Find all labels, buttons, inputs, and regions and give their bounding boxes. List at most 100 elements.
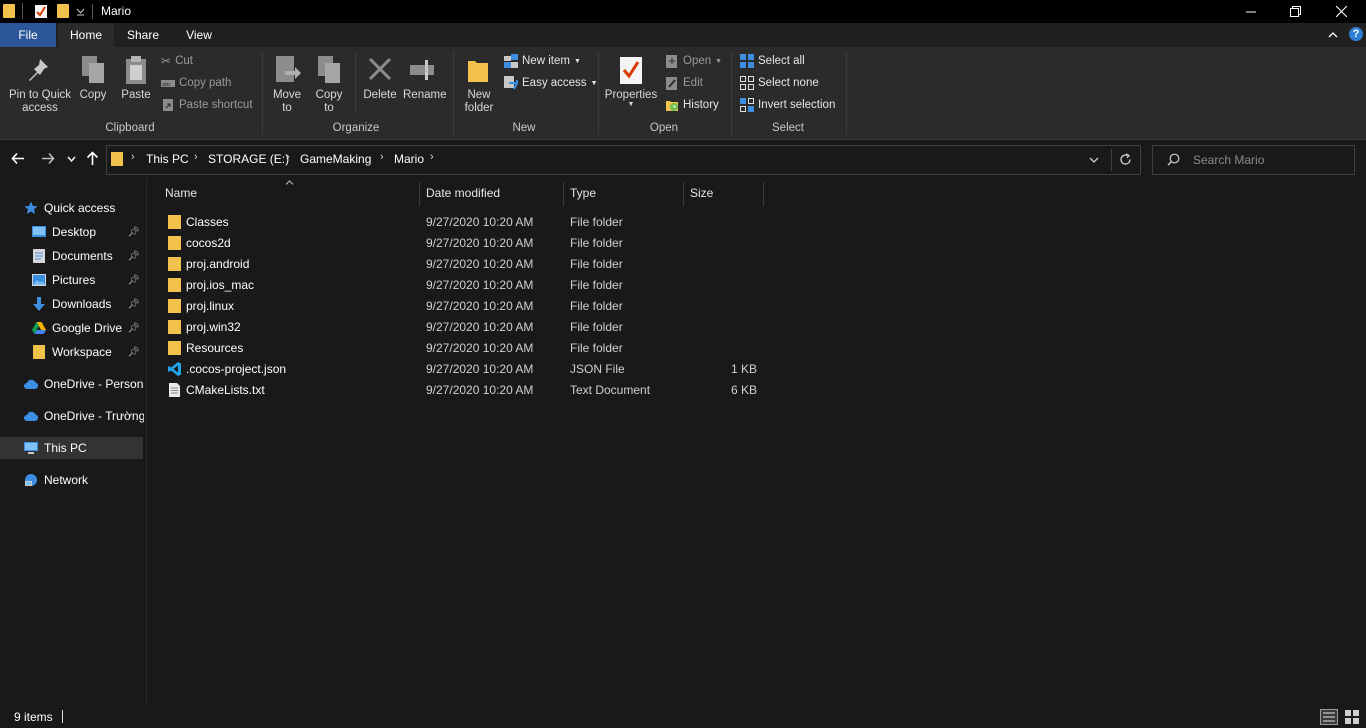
cut-button[interactable]: ✂ Cut	[161, 54, 193, 68]
tab-home[interactable]: Home	[58, 23, 114, 47]
select-none-icon	[740, 76, 754, 90]
divider	[92, 4, 93, 19]
nav-item-workspace[interactable]: Workspace 📌︎	[32, 341, 144, 363]
nav-item-downloads[interactable]: Downloads 📌︎	[32, 293, 144, 315]
breadcrumb-gamemaking[interactable]: GameMaking	[300, 152, 371, 166]
copy-button[interactable]: Copy	[76, 51, 110, 117]
new-item-button[interactable]: New item ▼	[504, 54, 581, 68]
forward-icon[interactable]	[41, 152, 55, 165]
status-bar: 9 items	[0, 705, 1366, 728]
collapse-ribbon-icon[interactable]	[1328, 31, 1338, 38]
address-bar[interactable]: › This PC › STORAGE (E:) › GameMaking › …	[106, 145, 1141, 175]
dropdown-arrow-icon: ▼	[627, 101, 635, 108]
file-name[interactable]: .cocos-project.json	[186, 362, 286, 376]
nav-item-google-drive[interactable]: Google Drive 📌︎	[32, 317, 144, 339]
file-row[interactable]: Classes 9/27/2020 10:20 AM File folder	[147, 212, 787, 233]
rename-button[interactable]: Rename	[403, 51, 446, 117]
new-folder-button[interactable]: New folder	[459, 51, 499, 117]
file-row[interactable]: Resources 9/27/2020 10:20 AM File folder	[147, 338, 787, 359]
nav-item-quick-access[interactable]: Quick access	[24, 197, 144, 219]
divider	[1111, 149, 1112, 171]
text-file-icon	[169, 383, 180, 397]
column-header-name[interactable]: Name	[165, 186, 197, 200]
up-icon[interactable]	[86, 151, 99, 166]
select-group-label: Select	[772, 122, 804, 134]
details-view-icon[interactable]	[1320, 709, 1338, 725]
folder-icon	[168, 278, 181, 292]
copy-path-button[interactable]: abc Copy path	[161, 76, 231, 90]
search-input[interactable]	[1191, 152, 1350, 168]
file-row[interactable]: CMakeLists.txt 9/27/2020 10:20 AM Text Doc…	[147, 380, 787, 401]
delete-button[interactable]: Delete	[361, 51, 399, 117]
easy-access-button[interactable]: Easy access ▼	[504, 76, 598, 90]
column-divider[interactable]	[683, 182, 684, 206]
file-name[interactable]: Resources	[186, 341, 243, 355]
help-icon[interactable]: ?	[1349, 27, 1363, 41]
breadcrumb-mario[interactable]: Mario	[394, 152, 424, 166]
open-button[interactable]: Open ▼	[665, 54, 722, 68]
copy-to-button[interactable]: Copy to	[312, 51, 346, 117]
history-button[interactable]: History	[665, 98, 719, 112]
nav-item-onedrive-personal[interactable]: OneDrive - Persona	[24, 373, 144, 395]
tab-share[interactable]: Share	[117, 23, 169, 47]
paste-button[interactable]: Paste	[117, 51, 155, 117]
properties-button[interactable]: Properties ▼	[603, 51, 659, 117]
column-divider[interactable]	[563, 182, 564, 206]
folder-icon	[168, 257, 181, 271]
file-type: File folder	[570, 341, 623, 355]
file-name[interactable]: cocos2d	[186, 236, 231, 250]
minimize-button[interactable]	[1228, 0, 1274, 23]
file-row[interactable]: proj.linux 9/27/2020 10:20 AM File folder	[147, 296, 787, 317]
file-name[interactable]: proj.linux	[186, 299, 234, 313]
paste-shortcut-button[interactable]: Paste shortcut	[161, 98, 253, 112]
restore-button[interactable]	[1272, 0, 1318, 23]
nav-item-documents[interactable]: Documents 📌︎	[32, 245, 144, 267]
breadcrumb-chevron-icon: ›	[380, 151, 384, 163]
network-icon	[25, 474, 37, 486]
file-row[interactable]: .cocos-project.json 9/27/2020 10:20 AM JSO…	[147, 359, 787, 380]
file-row[interactable]: proj.android 9/27/2020 10:20 AM File folde…	[147, 254, 787, 275]
file-name[interactable]: CMakeLists.txt	[186, 383, 265, 397]
file-name[interactable]: proj.win32	[186, 320, 241, 334]
move-to-button[interactable]: Move to	[270, 51, 304, 117]
file-row[interactable]: cocos2d 9/27/2020 10:20 AM File folder	[147, 233, 787, 254]
file-date-modified: 9/27/2020 10:20 AM	[426, 257, 534, 271]
tab-file[interactable]: File	[0, 23, 56, 47]
address-dropdown-icon[interactable]	[1089, 157, 1099, 163]
file-name[interactable]: proj.ios_mac	[186, 278, 254, 292]
properties-qa-icon[interactable]	[34, 4, 48, 19]
nav-item-desktop[interactable]: Desktop 📌︎	[32, 221, 144, 243]
file-row[interactable]: proj.win32 9/27/2020 10:20 AM File folder	[147, 317, 787, 338]
column-header-date-modified[interactable]: Date modified	[426, 186, 500, 200]
column-divider[interactable]	[763, 182, 764, 206]
customize-qa-chevron-icon[interactable]	[76, 7, 85, 16]
refresh-icon[interactable]	[1119, 153, 1132, 166]
breadcrumb-storage[interactable]: STORAGE (E:)	[208, 152, 289, 166]
back-icon[interactable]	[11, 152, 25, 165]
open-icon	[666, 55, 677, 68]
nav-item-onedrive-truong[interactable]: OneDrive - Trường	[24, 405, 144, 427]
file-name[interactable]: Classes	[186, 215, 229, 229]
select-none-button[interactable]: Select none	[740, 76, 819, 90]
nav-item-pictures[interactable]: Pictures 📌︎	[32, 269, 144, 291]
tab-view[interactable]: View	[173, 23, 225, 47]
column-header-size[interactable]: Size	[690, 186, 713, 200]
nav-item-this-pc[interactable]: This PC	[0, 437, 143, 459]
select-all-button[interactable]: Select all	[740, 54, 805, 68]
file-date-modified: 9/27/2020 10:20 AM	[426, 215, 534, 229]
large-icons-view-icon[interactable]	[1344, 709, 1360, 725]
divider	[731, 51, 732, 135]
column-divider[interactable]	[419, 182, 420, 206]
nav-item-network[interactable]: Network	[24, 469, 144, 491]
invert-selection-button[interactable]: Invert selection	[740, 98, 835, 112]
column-header-type[interactable]: Type	[570, 186, 596, 200]
folder-icon	[168, 320, 181, 334]
recent-locations-chevron-icon[interactable]	[67, 156, 76, 162]
file-row[interactable]: proj.ios_mac 9/27/2020 10:20 AM File folde…	[147, 275, 787, 296]
close-button[interactable]	[1318, 0, 1364, 23]
edit-button[interactable]: Edit	[665, 76, 703, 90]
pin-to-quick-access-button[interactable]: Pin to Quick access	[6, 51, 74, 119]
file-name[interactable]: proj.android	[186, 257, 249, 271]
new-folder-qa-icon[interactable]	[57, 4, 69, 18]
breadcrumb-this-pc[interactable]: This PC	[146, 152, 189, 166]
